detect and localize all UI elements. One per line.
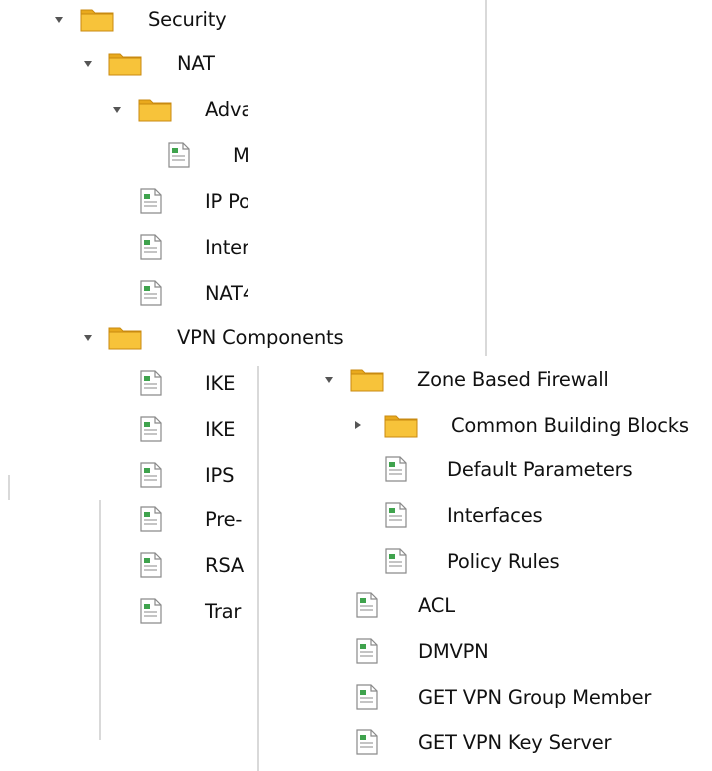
tree-node-label: Default Parameters [447, 458, 633, 482]
tree-node-label: Pre- [205, 508, 243, 532]
expand-arrow-icon[interactable] [325, 377, 333, 383]
tree-node-label: Trar [205, 600, 242, 624]
tree-node-label: RSA [205, 554, 245, 578]
tree-node-label: DMVPN [418, 640, 489, 664]
tree-node-dmvpn[interactable]: DMVPN [257, 632, 712, 672]
navigation-tree-front-panel: Zone Based Firewall Common Building Bloc… [257, 356, 712, 771]
document-icon [140, 416, 162, 442]
tree-node-acl[interactable]: ACL [257, 586, 712, 626]
tree-node-zone-based-firewall[interactable]: Zone Based Firewall [257, 360, 712, 400]
tree-node-label: Interfaces [447, 504, 543, 528]
document-icon [356, 592, 378, 618]
tree-node-label: Common Building Blocks [451, 414, 689, 438]
tree-node-pre[interactable]: Pre- [0, 500, 250, 540]
tree-node-interfaces[interactable]: Interfaces [257, 496, 712, 536]
tree-node-label: Zone Based Firewall [417, 368, 609, 392]
document-icon [356, 684, 378, 710]
tree-node-label: IKE [205, 418, 236, 442]
document-icon [385, 548, 407, 574]
tree-node-label: GET VPN Key Server [418, 731, 612, 755]
tree-node-common-building-blocks[interactable]: Common Building Blocks [257, 406, 712, 446]
tree-divider [99, 500, 101, 740]
document-icon [356, 638, 378, 664]
folder-icon [384, 415, 418, 438]
tree-node-label: Policy Rules [447, 550, 560, 574]
document-icon [140, 506, 162, 532]
tree-node-get-vpn-key-server[interactable]: GET VPN Key Server [257, 723, 712, 763]
document-icon [140, 370, 162, 396]
tree-node-policy-rules[interactable]: Policy Rules [257, 542, 712, 582]
tree-node-ike[interactable]: IKE [0, 410, 250, 450]
tree-node-rsa[interactable]: RSA [0, 546, 250, 586]
document-icon [356, 729, 378, 755]
tree-node-ips[interactable]: IPS [0, 456, 250, 496]
document-icon [385, 502, 407, 528]
tree-node-label: ACL [418, 594, 455, 618]
tree-node-get-vpn-group-member[interactable]: GET VPN Group Member [257, 678, 712, 718]
document-icon [385, 456, 407, 482]
collapse-arrow-icon[interactable] [355, 421, 361, 429]
document-icon [140, 552, 162, 578]
folder-icon [350, 369, 384, 392]
tree-node-tran[interactable]: Trar [0, 592, 250, 632]
tree-node-label: GET VPN Group Member [418, 686, 652, 710]
document-icon [140, 462, 162, 488]
tree-node-label: IPS [205, 464, 235, 488]
tree-node-default-parameters[interactable]: Default Parameters [257, 450, 712, 490]
document-icon [140, 598, 162, 624]
tree-node-ike[interactable]: IKE [0, 364, 250, 404]
tree-divider [485, 0, 487, 356]
tree-node-label: IKE [205, 372, 236, 396]
